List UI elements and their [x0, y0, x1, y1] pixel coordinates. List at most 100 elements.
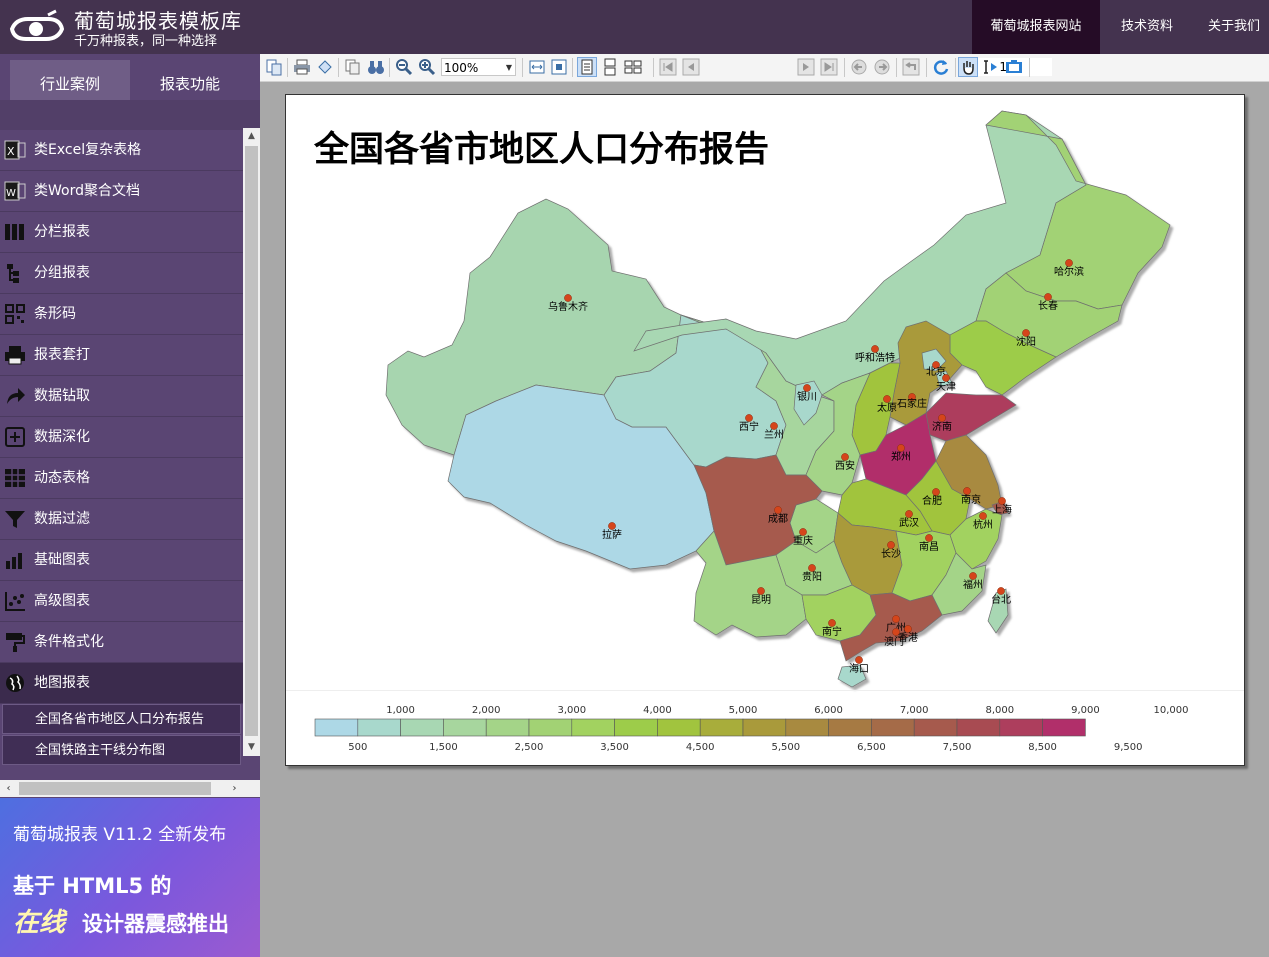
city-marker[interactable] [997, 587, 1005, 595]
city-marker[interactable] [942, 374, 950, 382]
sidebar-vertical-scrollbar[interactable]: ▲ ▼ [243, 128, 260, 756]
city-marker[interactable] [904, 625, 912, 633]
city-marker[interactable] [1022, 329, 1030, 337]
nav-about-link[interactable]: 关于我们 [1194, 0, 1269, 54]
sub-item-railway-map[interactable]: 全国铁路主干线分布图 [2, 735, 241, 765]
document-map-button[interactable] [265, 58, 283, 76]
city-marker[interactable] [808, 564, 816, 572]
city-marker[interactable] [883, 395, 891, 403]
city-marker[interactable] [841, 453, 849, 461]
scroll-right-arrow[interactable]: › [226, 780, 243, 797]
city-marker[interactable] [828, 619, 836, 627]
legend-tick-label: 7,000 [900, 705, 929, 716]
promo-banner[interactable]: 葡萄城报表 V11.2 全新发布 基于 HTML5 的 在线 设计器震感推出 [0, 798, 260, 957]
tab-report-features[interactable]: 报表功能 [130, 60, 250, 100]
page-setup-button[interactable] [316, 58, 334, 76]
binoculars-icon [368, 61, 384, 74]
sidebar-item-advanced-chart[interactable]: 高级图表 [0, 581, 243, 622]
scroll-thumb[interactable] [19, 782, 211, 795]
sidebar-item-deepen[interactable]: 数据深化 [0, 417, 243, 458]
fit-width-icon [529, 60, 545, 74]
toolbar-separator [572, 58, 573, 77]
zoom-in-button[interactable] [418, 58, 436, 76]
snapshot-button[interactable] [1005, 58, 1023, 76]
pan-mode-button[interactable] [958, 57, 978, 77]
multi-page-button[interactable] [624, 58, 642, 76]
city-marker[interactable] [897, 444, 905, 452]
city-marker[interactable] [757, 587, 765, 595]
sidebar-item-conditional-format[interactable]: 条件格式化 [0, 622, 243, 663]
city-marker[interactable] [892, 628, 900, 636]
continuous-page-button[interactable] [601, 58, 619, 76]
city-label: 长沙 [881, 548, 901, 560]
sidebar-item-map-report[interactable]: 地图报表 [0, 663, 243, 704]
sidebar-item-label: 条形码 [34, 306, 76, 322]
city-marker[interactable] [774, 506, 782, 514]
sidebar-item-label: 数据钻取 [34, 388, 90, 404]
print-button[interactable] [293, 58, 311, 76]
sidebar-item-drill[interactable]: 数据钻取 [0, 376, 243, 417]
sidebar-item-label: 分栏报表 [34, 224, 90, 240]
copy-button[interactable] [344, 58, 362, 76]
last-page-button[interactable] [820, 58, 838, 76]
city-marker[interactable] [892, 615, 900, 623]
sidebar-item-columns[interactable]: 分栏报表 [0, 212, 243, 253]
scroll-left-arrow[interactable]: ‹ [0, 780, 17, 797]
legend-tick-label: 6,000 [814, 705, 843, 716]
city-marker[interactable] [855, 656, 863, 664]
city-marker[interactable] [564, 294, 572, 302]
city-marker[interactable] [1044, 293, 1052, 301]
first-page-button[interactable] [659, 58, 677, 76]
scroll-up-arrow[interactable]: ▲ [243, 128, 260, 145]
sidebar-item-label: 分组报表 [34, 265, 90, 281]
nav-tech-docs-link[interactable]: 技术资料 [1100, 0, 1194, 54]
sidebar-item-dynamic-table[interactable]: 动态表格 [0, 458, 243, 499]
sidebar-item-word[interactable]: W 类Word聚合文档 [0, 171, 243, 212]
scroll-down-arrow[interactable]: ▼ [243, 739, 260, 756]
city-marker[interactable] [770, 422, 778, 430]
city-marker[interactable] [745, 414, 753, 422]
sidebar-item-basic-chart[interactable]: 基础图表 [0, 540, 243, 581]
city-label: 兰州 [764, 428, 784, 441]
sidebar-item-print-template[interactable]: 报表套打 [0, 335, 243, 376]
china-population-map: 乌鲁木齐哈尔滨长春沈阳呼和浩特北京天津银川太原 石家庄西宁兰州济南郑州西安合肥 南京… [314, 110, 1189, 753]
city-marker[interactable] [938, 414, 946, 422]
city-marker[interactable] [969, 572, 977, 580]
city-marker[interactable] [887, 541, 895, 549]
return-parent-button[interactable] [902, 58, 920, 76]
fit-width-button[interactable] [528, 58, 546, 76]
city-marker[interactable] [979, 512, 987, 520]
sidebar-horizontal-scrollbar[interactable]: ‹ › [0, 780, 243, 797]
previous-page-button[interactable] [682, 58, 700, 76]
sub-item-population-report[interactable]: 全国各省市地区人口分布报告 [2, 704, 241, 734]
city-marker[interactable] [803, 384, 811, 392]
city-marker[interactable] [963, 487, 971, 495]
select-mode-button[interactable] [982, 58, 1000, 76]
next-page-button[interactable] [797, 58, 815, 76]
refresh-button[interactable] [932, 58, 950, 76]
city-marker[interactable] [925, 534, 933, 542]
city-marker[interactable] [799, 528, 807, 536]
sidebar-item-barcode[interactable]: 条形码 [0, 294, 243, 335]
scroll-thumb[interactable] [245, 146, 258, 736]
city-marker[interactable] [905, 510, 913, 518]
zoom-select[interactable]: 100% ▼ [441, 58, 516, 76]
single-page-button[interactable] [577, 57, 597, 77]
city-marker[interactable] [608, 522, 616, 530]
snapshot-icon [1006, 60, 1022, 73]
tab-industry-cases[interactable]: 行业案例 [10, 60, 130, 100]
find-button[interactable] [367, 58, 385, 76]
nav-site-link[interactable]: 葡萄城报表网站 [972, 0, 1100, 54]
fit-page-button[interactable] [550, 58, 568, 76]
sidebar-item-excel[interactable]: X 类Excel复杂表格 [0, 130, 243, 171]
city-marker[interactable] [871, 345, 879, 353]
sidebar-item-filter[interactable]: 数据过滤 [0, 499, 243, 540]
forward-button[interactable] [873, 58, 891, 76]
city-marker[interactable] [932, 488, 940, 496]
zoom-out-button[interactable] [395, 58, 413, 76]
sidebar-item-group[interactable]: 分组报表 [0, 253, 243, 294]
back-button[interactable] [850, 58, 868, 76]
city-marker[interactable] [998, 497, 1006, 505]
toolbar-separator [896, 58, 897, 77]
city-marker[interactable] [1065, 259, 1073, 267]
